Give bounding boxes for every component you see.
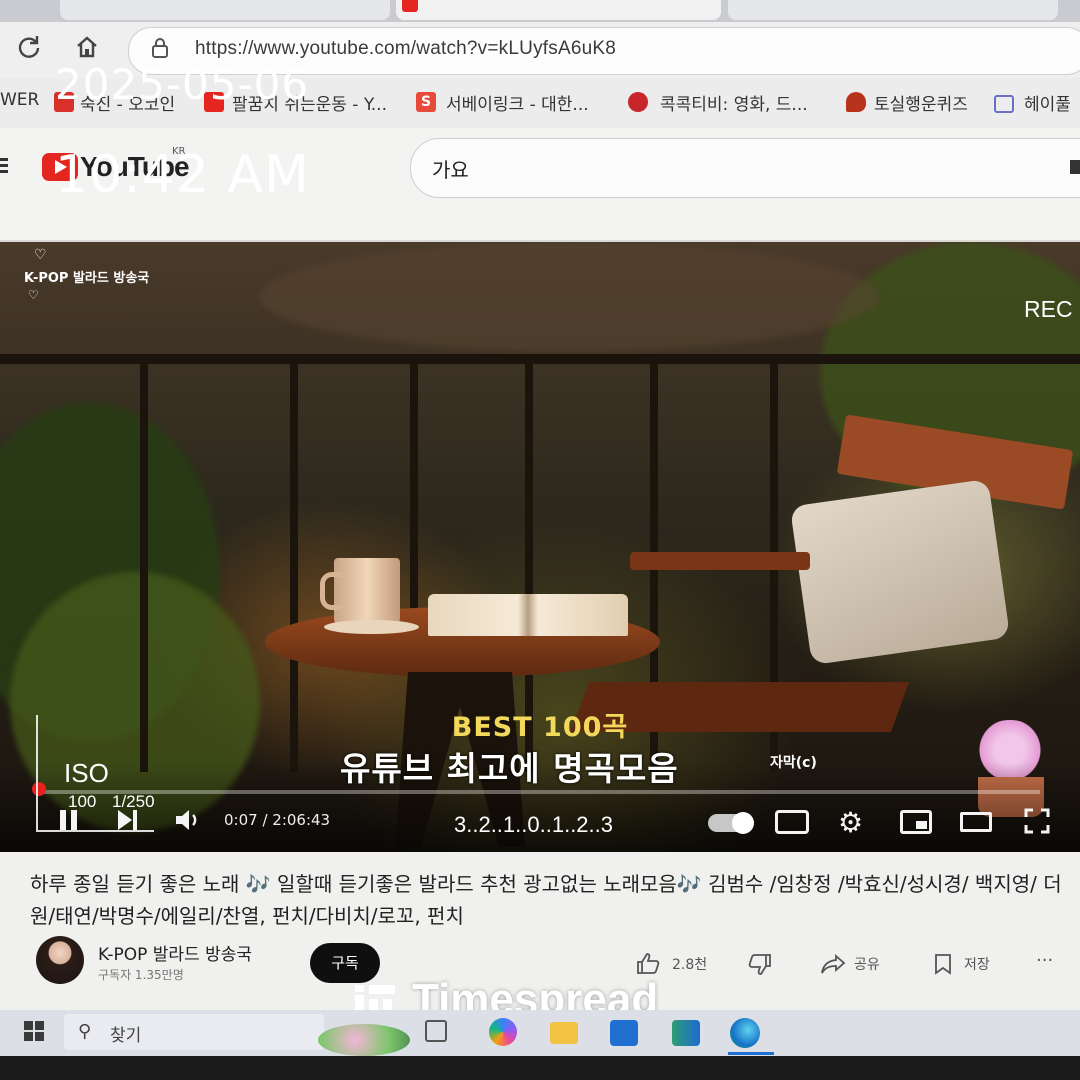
windows-start-icon[interactable] — [24, 1021, 44, 1045]
channel-name[interactable]: K-POP 발라드 방송국 — [98, 940, 252, 965]
search-icon: ⚲ — [78, 1021, 92, 1042]
like-count[interactable]: 2.8천 — [672, 954, 707, 974]
railing-top — [0, 354, 1080, 364]
camera-rec-indicator: REC — [1024, 296, 1073, 322]
reload-icon[interactable] — [16, 34, 42, 67]
bookmark-4[interactable]: 콕콕티비: 영화, 드... — [660, 90, 808, 115]
background-building — [260, 242, 880, 352]
bookmark-5[interactable]: 토실행운퀴즈 — [874, 90, 968, 115]
time-display: 0:07 / 2:06:43 — [224, 811, 331, 829]
video-best-title: BEST 100곡 — [451, 712, 629, 743]
bookmark-0[interactable]: WER — [0, 90, 39, 110]
lotus-widget-icon[interactable] — [318, 1024, 410, 1056]
subscriber-count: 구독자 1.35만명 — [98, 968, 184, 982]
lock-icon[interactable] — [152, 38, 168, 58]
browser-tab-active[interactable] — [396, 0, 721, 20]
film-icon — [628, 92, 648, 112]
heart-icon: ♡ — [28, 288, 39, 302]
miniplayer-icon[interactable] — [900, 810, 932, 834]
dislike-icon[interactable] — [748, 954, 772, 980]
progress-bar[interactable] — [40, 790, 1040, 794]
mug-handle — [320, 572, 345, 610]
settings-gear-icon[interactable]: ⚙ — [838, 806, 863, 839]
save-button[interactable]: 저장 — [964, 954, 990, 974]
active-app-indicator — [728, 1052, 774, 1055]
youtube-icon — [402, 0, 418, 12]
more-actions-icon[interactable]: ··· — [1036, 950, 1053, 971]
edge-browser-icon[interactable] — [730, 1018, 760, 1048]
camera-time: 10:42 AM — [55, 145, 310, 205]
saucer — [324, 620, 419, 634]
subscribe-button[interactable]: 구독 — [310, 943, 380, 983]
search-icon[interactable] — [1070, 160, 1080, 174]
store-icon[interactable] — [610, 1020, 638, 1046]
video-title: 하루 종일 듣기 좋은 노래 🎶 일할때 듣기좋은 발라드 추천 광고없는 노래… — [30, 872, 1062, 928]
camera-shutter: 1/250 — [112, 792, 155, 811]
search-input[interactable] — [410, 138, 1080, 198]
share-icon[interactable] — [820, 954, 846, 978]
bookmark-6[interactable]: 헤이풀 — [1024, 90, 1071, 115]
taskbar-search-placeholder[interactable]: 찾기 — [110, 1021, 141, 1046]
subtitle-tag: 자막(c) — [770, 755, 817, 771]
avatar[interactable] — [36, 936, 84, 984]
subtitles-icon[interactable] — [775, 810, 809, 834]
video-main-title: 유튜브 최고에 명곡모음 — [340, 749, 679, 788]
task-view-icon[interactable] — [425, 1020, 447, 1042]
fullscreen-icon[interactable] — [1024, 808, 1050, 834]
file-explorer-icon[interactable] — [550, 1022, 578, 1044]
bookmark-3[interactable]: 서베이링크 - 대한... — [446, 90, 589, 115]
channel-overlay-text: K-POP 발라드 방송국 — [24, 271, 150, 286]
camera-date: 2025-05-06 — [55, 60, 310, 109]
save-bookmark-icon[interactable] — [934, 953, 952, 979]
taskbar-search[interactable] — [64, 1014, 324, 1050]
search-value[interactable]: 가요 — [432, 154, 469, 183]
camera-exposure-scale: 3..2..1..0..1..2..3 — [454, 812, 613, 837]
drumstick-icon — [846, 92, 866, 112]
chair-armrest — [630, 552, 810, 570]
url-text[interactable]: https://www.youtube.com/watch?v=kLUyfsA6… — [195, 38, 616, 60]
copilot-icon[interactable] — [489, 1018, 517, 1046]
s-logo-icon: S — [416, 92, 436, 112]
tab-strip — [0, 0, 1080, 22]
autoplay-toggle[interactable] — [708, 812, 754, 834]
volume-icon[interactable] — [174, 808, 202, 836]
camera-iso-value: 100 — [68, 792, 97, 811]
chain-icon — [994, 95, 1014, 113]
menu-icon[interactable] — [0, 158, 8, 161]
share-button[interactable]: 공유 — [854, 954, 880, 974]
browser-tab[interactable] — [728, 0, 1058, 20]
camera-iso-label: ISO — [64, 758, 109, 788]
open-book — [428, 594, 628, 636]
heart-icon: ♡ — [34, 247, 47, 263]
browser-tab[interactable] — [60, 0, 390, 20]
monitor-bezel — [0, 1056, 1080, 1080]
chair-pillow — [789, 478, 1011, 666]
theater-mode-icon[interactable] — [960, 812, 992, 832]
app-icon[interactable] — [672, 1020, 700, 1046]
